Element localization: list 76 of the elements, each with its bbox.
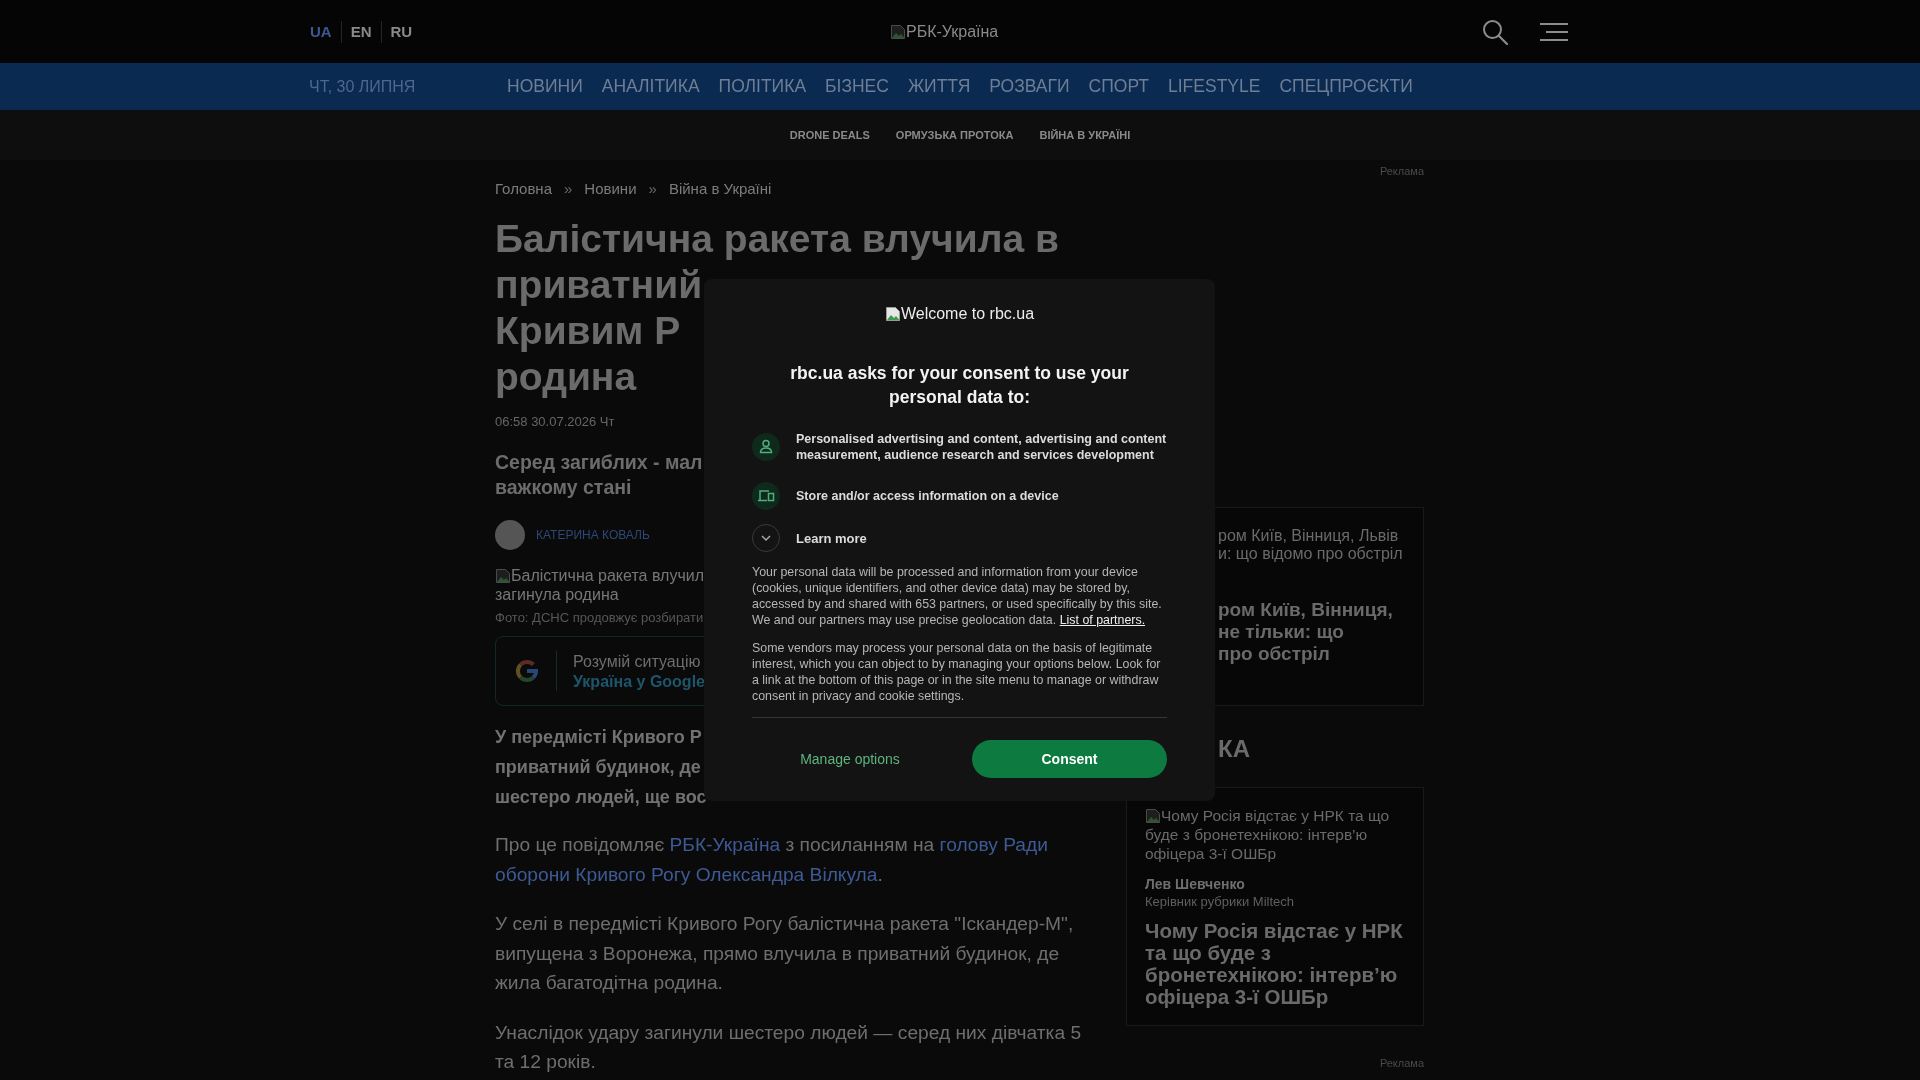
search-icon[interactable] [1482,18,1508,45]
intro-text: приватний будинок, де [495,756,701,779]
promo-link[interactable]: Україна у Google [573,671,705,691]
text-link[interactable]: голову Ради [939,834,1048,855]
intro-text: шестеро людей, ще вос [495,786,707,809]
tag-link[interactable]: ВІЙНА В УКРАЇНІ [1039,129,1131,141]
broken-image-icon [495,567,511,584]
purpose-text: Personalised advertising and content, advertising and content measurement, audience research and services development [796,431,1167,463]
nav-link[interactable]: АНАЛІТИКА [601,76,700,97]
article-title: родина [495,354,637,400]
date-label: ЧТ, 30 ЛИПНЯ [309,77,417,96]
ad-label: Реклама [1379,164,1424,178]
image-alt-text: и: що відомо про обстріл [1218,545,1403,563]
image-alt-text: ром Київ, Вінниця, Львів [1218,527,1399,545]
card-title: про обстріл [1218,643,1330,665]
author-role: Керівник рубрики Miltech [1145,893,1294,910]
purpose-text: Store and/or access information on a device [796,488,1059,504]
nav-link[interactable]: РОЗВАГИ [989,76,1070,97]
language-link[interactable]: UA [308,21,341,42]
article-lead: важкому стані [495,475,632,500]
welcome-text: Welcome to rbc.ua [900,306,1035,322]
breadcrumb-link[interactable]: Війна в Україні [668,179,772,197]
language-link[interactable]: RU [381,21,422,42]
article-title: Кривим Р [495,308,681,354]
publish-date: 06:58 30.07.2026 Чт [495,413,615,431]
image-alt-text: Балістична ракета влучил [511,566,704,585]
image-alt-text: офіцера 3-ї ОШБр [1145,844,1277,863]
broken-image-icon [884,306,901,322]
menu-icon[interactable] [1540,22,1568,41]
intro-text: У передмісті Кривого Р [495,726,702,749]
tag-link[interactable]: ОРМУЗЬКА ПРОТОКА [895,129,1014,141]
nav-link[interactable]: БІЗНЕС [825,76,889,97]
photo-caption: Фото: ДСНС продовжує розбирати [495,610,704,626]
ad-label: Реклама [1379,1056,1424,1070]
breadcrumb-separator: » [564,179,573,197]
consent-button[interactable]: Consent [972,740,1167,778]
article-paragraph: У селі в передмісті Кривого Рогу балістична ракета "Іскандер-М", випущена з Воронежа, прямо влучила в приватний будинок, де жила багатодітна родина. [495,912,1075,995]
card-title: ром Київ, Вінниця, [1218,599,1393,621]
author-name: Лев Шевченко [1145,876,1245,893]
tag-link[interactable]: DRONE DEALS [789,129,870,141]
language-link[interactable]: EN [341,21,381,42]
article-lead: Серед загиблих - мал [495,450,703,475]
nav-link[interactable]: ПОЛІТИКА [718,76,807,97]
article-title: Балістична ракета влучила в [495,216,1059,262]
nav-link[interactable]: СПОРТ [1088,76,1149,97]
g-letter-icon [514,658,540,684]
article-title: приватний [495,262,703,308]
nav-link[interactable]: ЖИТТЯ [907,76,971,97]
broken-image-icon [1145,807,1161,824]
devices-icon [752,482,780,510]
nav-link[interactable]: СПЕЦПРОЄКТИ [1279,76,1413,97]
image-alt-text: Чому Росія відстає у НРК та що [1161,806,1390,825]
text-link[interactable]: РБК-Україна [669,834,781,855]
logo-link[interactable]: РБК-Україна [890,21,999,42]
article-card[interactable]: Чому Росія відстає у НРК та що буде з бронетехнікою: інтерв’ю офіцера 3-ї ОШБр Лев Шевченко Керівник рубрики Miltech Чому Росія відстає у НРК та що буде з бронетехнікою: інтерв’ю офіцера 3-ї ОШБр [1126,787,1424,1026]
author-link[interactable]: КАТЕРИНА КОВАЛЬ [536,528,650,542]
learn-more-button[interactable]: Learn more [752,524,867,552]
promo-text: Розумій ситуацію [573,651,702,672]
breadcrumb-link[interactable]: Головна [495,179,552,197]
section-heading: КА [1218,735,1250,763]
broken-image-icon [890,23,906,40]
article-paragraph: Унаслідок удару загинули шестеро людей — серед них дівчатка 5 та 12 років. [495,1020,1083,1074]
card-title: не тільки: що [1218,621,1344,643]
nav-link[interactable]: LIFESTYLE [1168,76,1261,97]
breadcrumb-separator: » [648,179,657,197]
nav-link[interactable]: НОВИНИ [507,76,583,97]
breadcrumb-link[interactable]: Новини [584,179,637,197]
manage-options-button[interactable]: Manage options [752,740,948,778]
consent-heading: rbc.ua asks for your consent to use your personal data to: [789,362,1130,409]
article-paragraph: Про це повідомляє РБК-Україна з посиланням на голову Ради оборони Кривого Рогу Олександра Вілкула. [495,833,1049,887]
image-alt-text: загинула родина [495,585,619,604]
image-alt-text: буде з бронетехнікою: інтерв’ю [1145,825,1368,844]
card-title: Чому Росія відстає у НРК та що буде з бронетехнікою: інтерв’ю офіцера 3-ї ОШБр [1145,920,1404,1008]
text-link[interactable]: оборони Кривого Рогу Олександра Вілкула [495,863,878,885]
person-icon [752,433,780,461]
author-avatar [495,520,525,550]
